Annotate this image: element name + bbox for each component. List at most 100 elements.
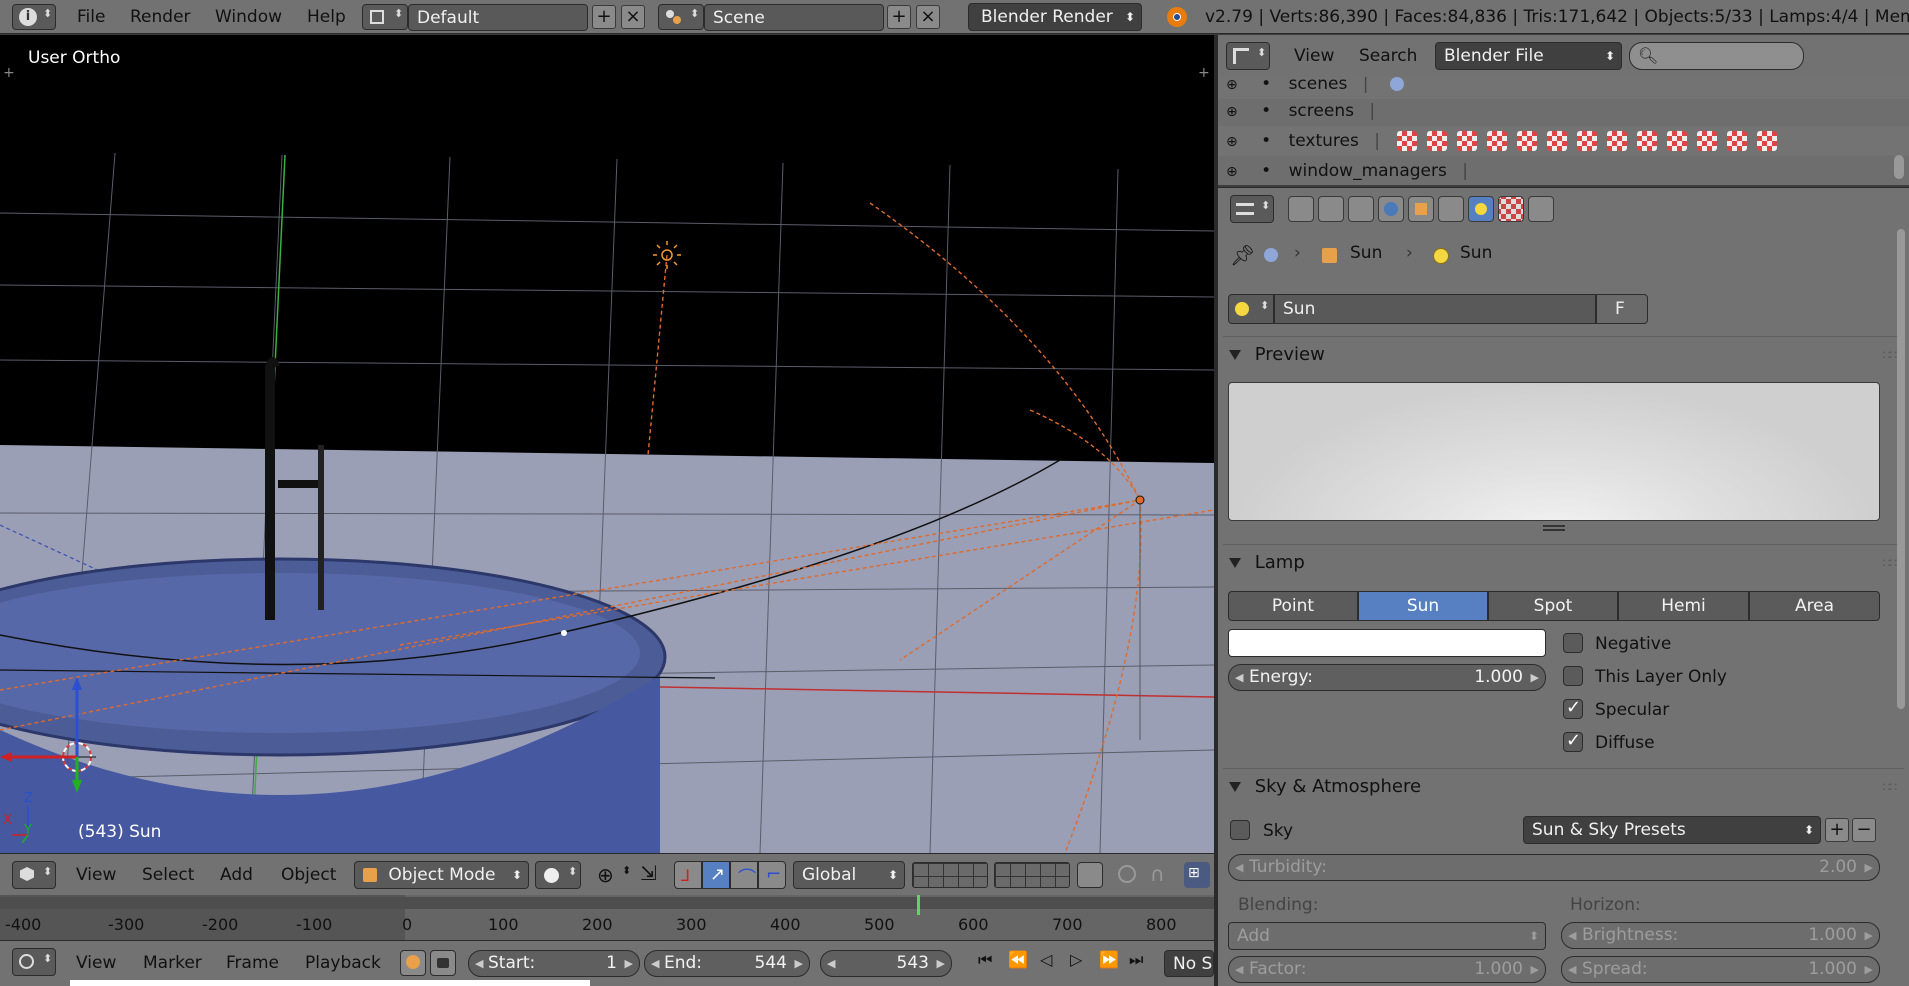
fake-user-button[interactable]: F (1596, 294, 1648, 324)
object-tab-icon[interactable] (1408, 196, 1434, 222)
outliner-list[interactable]: ⊕ • scenes | ⊕ • screens | ⊕ • textures … (1218, 77, 1909, 185)
properties-scrollbar[interactable] (1897, 229, 1905, 709)
outliner-item-textures[interactable]: textures (1289, 131, 1359, 151)
factor-slider[interactable]: ◀ Factor: 1.000 ▶ (1228, 956, 1546, 983)
proportional-edit-icon[interactable] (1115, 862, 1141, 888)
snap-magnet-icon[interactable]: ∩ (1150, 862, 1176, 888)
scene-icon[interactable]: ⬍ (658, 4, 704, 30)
preset-add-button[interactable]: + (1825, 818, 1849, 842)
timeline-scrollbar[interactable] (0, 897, 1214, 909)
layer-buttons[interactable] (994, 862, 1070, 888)
preview-panel-header[interactable]: Preview ∷∷ (1223, 336, 1904, 372)
menu-file[interactable]: File (77, 0, 105, 34)
this-layer-only-checkbox[interactable] (1563, 666, 1583, 686)
texture-tab-icon[interactable] (1498, 196, 1524, 222)
3d-viewport[interactable]: User Ortho (543) Sun Z Y X + + (0, 35, 1214, 853)
outliner-search-input[interactable]: 🔍︎ (1629, 42, 1804, 70)
drag-handle-icon[interactable]: ∷∷ (1883, 545, 1897, 581)
constraints-tab-icon[interactable] (1438, 196, 1464, 222)
render-layers-tab-icon[interactable] (1318, 196, 1344, 222)
sky-panel-header[interactable]: Sky & Atmosphere ∷∷ (1223, 768, 1904, 804)
drag-handle-icon[interactable]: ∷∷ (1883, 769, 1897, 805)
outliner-view-menu[interactable]: View (1294, 39, 1334, 73)
object-menu[interactable]: Object (281, 858, 336, 892)
expand-icon[interactable]: ⊕ (1226, 104, 1238, 120)
move-manip-button[interactable]: ↗ (702, 861, 730, 889)
lamp-color-swatch[interactable] (1228, 629, 1546, 657)
outliner-display-select[interactable]: Blender File ⬍ (1435, 42, 1622, 70)
view-menu[interactable]: View (76, 858, 116, 892)
end-frame-field[interactable]: ◀ End: 544 ▶ (644, 950, 810, 977)
timeline-ruler[interactable]: -400 -300 -200 -100 0 100 200 300 400 50… (0, 895, 1214, 940)
jump-end-icon[interactable]: ⏭ (1129, 950, 1143, 970)
play-reverse-icon[interactable]: ◁ (1040, 950, 1052, 969)
outliner-row[interactable]: ⊕ • textures | (1226, 126, 1787, 156)
layout-icon[interactable]: ⬍ (362, 4, 408, 30)
layout-add-button[interactable]: + (592, 5, 616, 29)
corner-plus-icon[interactable]: + (3, 65, 15, 81)
spread-slider[interactable]: ◀ Spread: 1.000 ▶ (1561, 956, 1880, 983)
outliner-item-scenes[interactable]: scenes (1289, 77, 1348, 94)
pin-icon[interactable]: 📌︎ (1230, 243, 1255, 267)
outliner-editor-icon[interactable]: ⬍ (1226, 42, 1270, 70)
negative-checkbox[interactable] (1563, 633, 1583, 653)
lamp-type-sun[interactable]: Sun (1358, 591, 1488, 621)
editor-type-icon[interactable]: ⬍ (12, 861, 56, 889)
manipulator-toggle[interactable]: ⇲ (640, 861, 666, 889)
shading-select[interactable]: ⬍ (535, 861, 581, 889)
energy-slider[interactable]: ◀ Energy: 1.000 ▶ (1228, 664, 1546, 691)
diffuse-checkbox[interactable] (1563, 730, 1583, 752)
physics-tab-icon[interactable] (1528, 196, 1554, 222)
next-keyframe-icon[interactable]: ⏩ (1099, 950, 1119, 969)
corner-plus-icon[interactable]: + (1198, 65, 1210, 81)
outliner-search-menu[interactable]: Search (1359, 39, 1417, 73)
lamp-type-spot[interactable]: Spot (1488, 591, 1618, 621)
lamp-type-area[interactable]: Area (1749, 591, 1880, 621)
orientation-select[interactable]: Global ⬍ (793, 861, 905, 889)
mode-select[interactable]: Object Mode ⬍ (354, 861, 529, 889)
marker-menu[interactable]: Marker (143, 946, 202, 980)
timeline-view-menu[interactable]: View (76, 946, 116, 980)
rotate-manip-button[interactable]: ⌒ (730, 861, 758, 889)
properties-editor-icon[interactable]: ⬍ (1230, 195, 1274, 223)
menu-window[interactable]: Window (215, 0, 282, 34)
layer-buttons[interactable] (912, 862, 988, 888)
snap-element-icon[interactable]: ⊞ (1184, 862, 1210, 888)
render-tab-icon[interactable] (1288, 196, 1314, 222)
specular-checkbox[interactable] (1563, 697, 1583, 719)
menu-help[interactable]: Help (307, 0, 346, 34)
keying-icon[interactable] (400, 950, 426, 976)
expand-icon[interactable]: ⊕ (1226, 164, 1238, 180)
expand-icon[interactable]: ⊕ (1226, 134, 1238, 150)
add-menu[interactable]: Add (220, 858, 253, 892)
jump-start-icon[interactable]: ⏮ (978, 950, 992, 970)
lamp-name-field[interactable]: Sun (1274, 294, 1596, 324)
outliner-row[interactable]: ⊕ • screens | (1226, 96, 1375, 126)
scene-tab-icon[interactable] (1348, 196, 1374, 222)
prev-keyframe-icon[interactable]: ⏪ (1008, 950, 1028, 969)
world-tab-icon[interactable] (1378, 196, 1404, 222)
preview-resize-handle[interactable] (1543, 525, 1565, 531)
brightness-slider[interactable]: ◀ Brightness: 1.000 ▶ (1561, 922, 1880, 949)
lamp-data-tab-icon[interactable] (1468, 196, 1494, 222)
current-frame-marker[interactable] (917, 895, 920, 915)
play-icon[interactable]: ▷ (1070, 950, 1082, 969)
lock-camera-icon[interactable] (1077, 862, 1103, 888)
sync-select[interactable]: No S (1164, 950, 1214, 977)
scale-manip-button[interactable]: ⌐ (758, 861, 786, 889)
outliner-row[interactable]: ⊕ • window_managers | (1226, 156, 1468, 185)
scene-add-button[interactable]: + (887, 5, 911, 29)
lamp-type-point[interactable]: Point (1228, 591, 1358, 621)
layout-field[interactable]: Default (408, 4, 588, 31)
render-engine-select[interactable]: Blender Render ⬍ (968, 3, 1142, 31)
lamp-panel-header[interactable]: Lamp ∷∷ (1223, 544, 1904, 580)
outliner-scrollbar[interactable] (1894, 155, 1904, 179)
lamp-datablock-browse[interactable]: ⬍ (1228, 294, 1274, 324)
scene-delete-button[interactable]: × (916, 5, 940, 29)
sky-checkbox[interactable] (1230, 820, 1250, 840)
info-editor-icon[interactable]: i ⬍ (12, 4, 56, 30)
frame-menu[interactable]: Frame (226, 946, 279, 980)
turbidity-slider[interactable]: ◀ Turbidity: 2.00 ▶ (1228, 854, 1880, 881)
layout-delete-button[interactable]: × (621, 5, 645, 29)
outliner-item-screens[interactable]: screens (1289, 101, 1354, 121)
